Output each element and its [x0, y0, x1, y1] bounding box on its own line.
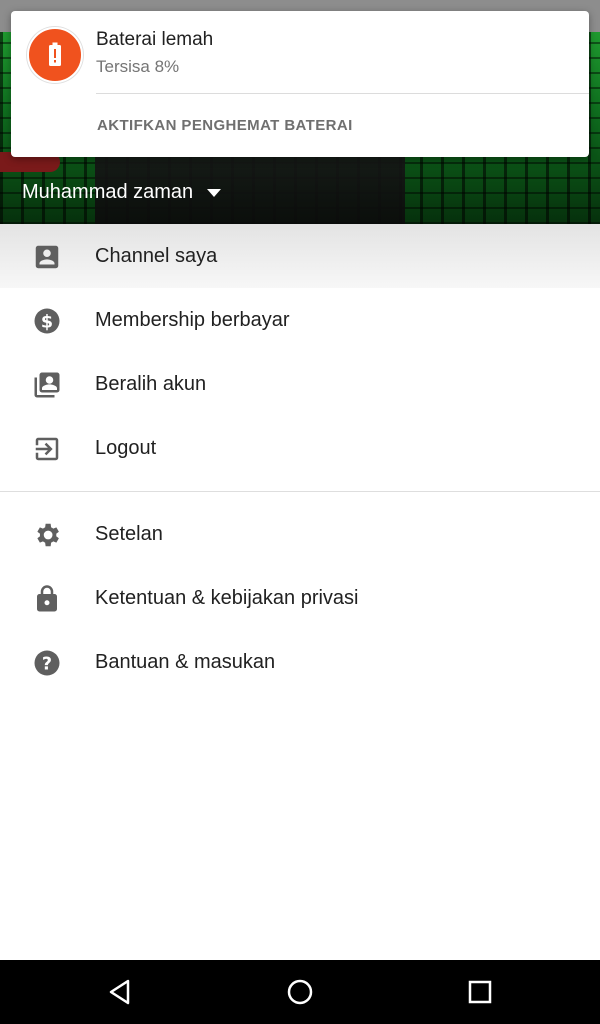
menu-item-settings[interactable]: Setelan — [0, 502, 600, 566]
battery-alert-icon — [27, 27, 83, 83]
menu-item-help-feedback[interactable]: ? Bantuan & masukan — [0, 630, 600, 694]
chevron-down-icon — [207, 188, 222, 197]
account-switcher[interactable]: Muhammad zaman — [22, 181, 222, 204]
menu-item-label: Membership berbayar — [95, 308, 290, 331]
menu-item-label: Logout — [95, 436, 157, 459]
menu-item-label: Channel saya — [95, 244, 218, 267]
menu-item-label: Beralih akun — [95, 372, 207, 395]
menu-item-logout[interactable]: Logout — [0, 416, 600, 480]
menu-item-terms-privacy[interactable]: Ketentuan & kebijakan privasi — [0, 566, 600, 630]
gear-icon — [37, 523, 59, 547]
menu-item-label: Ketentuan & kebijakan privasi — [95, 586, 359, 609]
home-icon[interactable] — [284, 976, 316, 1008]
notification-divider — [96, 93, 589, 94]
switch-account-icon — [34, 372, 60, 398]
svg-text:$: $ — [41, 312, 53, 332]
menu-item-label: Setelan — [95, 522, 163, 545]
account-name: Muhammad zaman — [22, 181, 194, 203]
notification-title: Baterai lemah — [96, 29, 214, 50]
system-navigation-bar — [0, 960, 600, 1024]
account-menu: Channel saya $ Membership berbayar Beral… — [0, 224, 600, 694]
dollar-circle-icon: $ — [34, 308, 60, 334]
notification-subtitle: Tersisa 8% — [96, 57, 180, 76]
logout-icon — [35, 437, 59, 461]
svg-text:?: ? — [42, 654, 52, 674]
back-icon[interactable] — [104, 976, 136, 1008]
help-icon: ? — [34, 650, 60, 676]
account-box-icon — [35, 245, 59, 269]
menu-item-label: Bantuan & masukan — [95, 650, 276, 673]
menu-item-my-channel[interactable]: Channel saya — [0, 224, 600, 288]
battery-notification[interactable]: Baterai lemah Tersisa 8% AKTIFKAN PENGHE… — [11, 11, 589, 157]
recents-icon[interactable] — [464, 976, 496, 1008]
menu-divider — [0, 491, 600, 492]
battery-saver-button[interactable]: AKTIFKAN PENGHEMAT BATERAI — [97, 117, 353, 134]
menu-item-switch-account[interactable]: Beralih akun — [0, 352, 600, 416]
menu-item-paid-membership[interactable]: $ Membership berbayar — [0, 288, 600, 352]
lock-icon — [37, 585, 57, 612]
